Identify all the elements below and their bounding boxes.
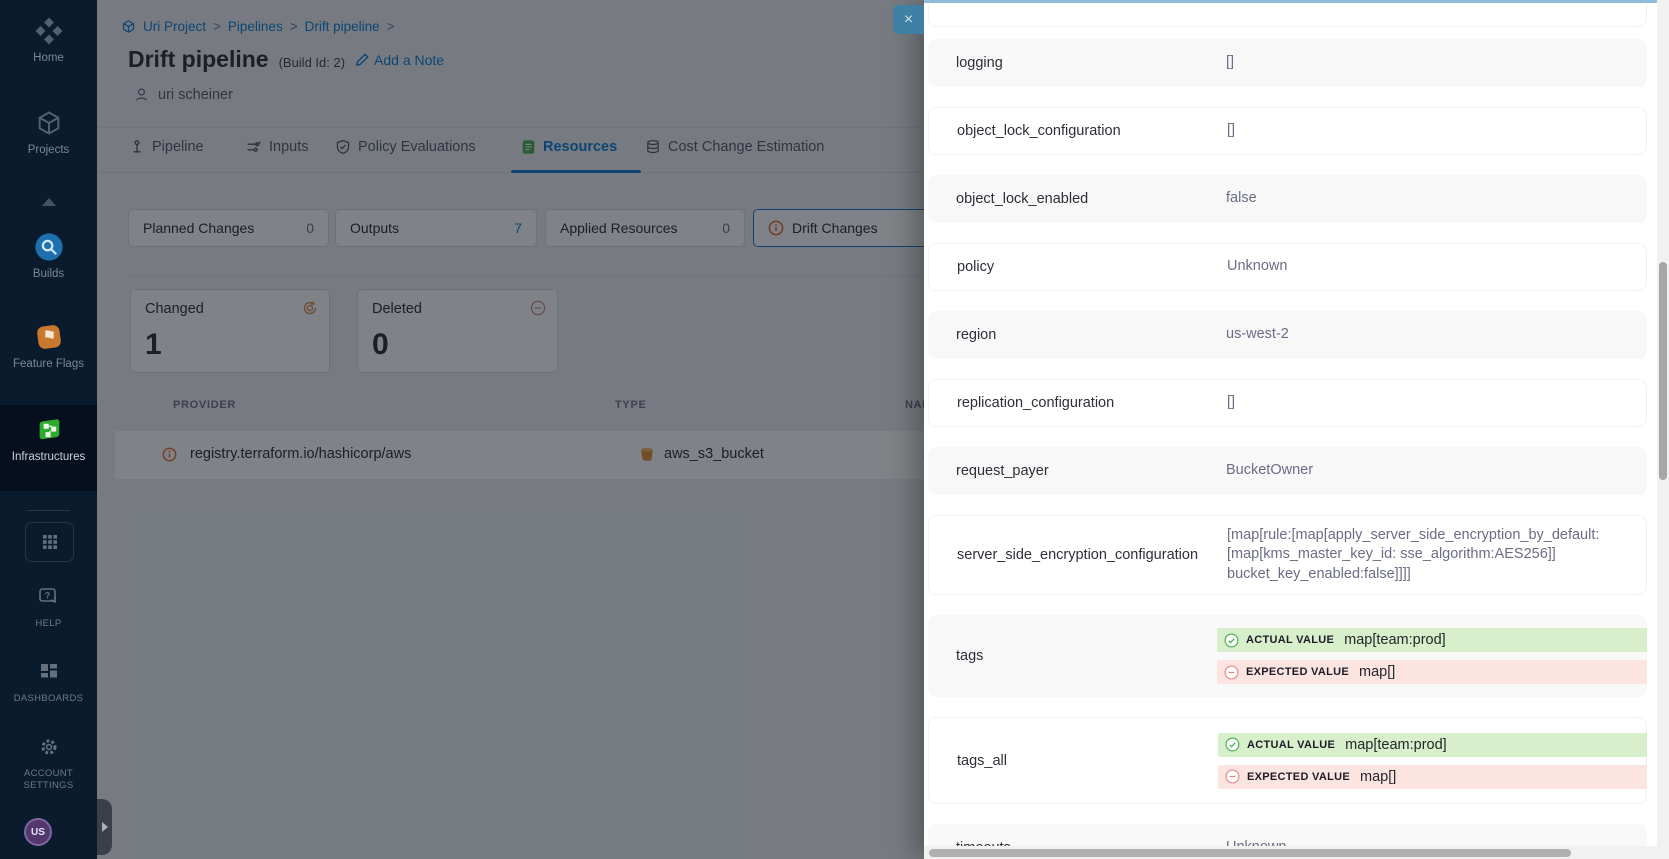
sidebar-item-label: ACCOUNT SETTINGS <box>17 768 81 792</box>
check-circle-icon <box>1225 737 1240 752</box>
actual-value: map[team:prod] <box>1344 632 1446 648</box>
feature-flags-icon <box>0 320 97 354</box>
infrastructures-icon <box>0 413 97 447</box>
sidebar-item-label: HELP <box>0 618 97 630</box>
attribute-value: [] <box>1226 53 1234 73</box>
attribute-value: Unknown <box>1227 257 1287 277</box>
gear-icon <box>0 730 97 764</box>
attribute-value: BucketOwner <box>1226 461 1313 481</box>
projects-icon <box>0 106 97 140</box>
sidebar-expand-handle[interactable] <box>97 799 112 855</box>
sidebar-divider <box>27 510 70 511</box>
actual-value-badge: ACTUAL VALUE map[team:prod] <box>1217 628 1647 652</box>
check-circle-icon <box>1224 633 1239 648</box>
actual-value-label: ACTUAL VALUE <box>1246 634 1334 646</box>
attribute-row: region us-west-2 <box>928 311 1647 359</box>
actual-value-badge: ACTUAL VALUE map[team:prod] <box>1218 733 1647 757</box>
attribute-key: server_side_encryption_configuration <box>929 547 1227 563</box>
sidebar-collapse-chevron[interactable] <box>0 198 97 206</box>
actual-value: map[team:prod] <box>1345 737 1447 753</box>
sidebar-item-feature-flags[interactable]: Feature Flags <box>0 320 97 370</box>
sidebar-item-account-settings[interactable]: ACCOUNT SETTINGS <box>0 730 97 792</box>
builds-icon <box>0 230 97 264</box>
attribute-value: [] <box>1227 121 1235 141</box>
attribute-key: object_lock_configuration <box>929 123 1227 139</box>
sidebar-item-infrastructures[interactable]: Infrastructures <box>0 413 97 463</box>
minus-circle-icon <box>1224 665 1239 680</box>
chevron-right-icon <box>102 822 108 832</box>
attribute-row-partial <box>928 3 1647 27</box>
attribute-value: [] <box>1227 393 1235 413</box>
drift-diff: ACTUAL VALUE map[team:prod] EXPECTED VAL… <box>1218 733 1647 789</box>
attribute-row-drift: tags ACTUAL VALUE map[team:prod] EXPECTE… <box>928 615 1647 697</box>
chevron-up-icon <box>42 198 56 206</box>
grid-icon <box>42 534 58 550</box>
expected-value-label: EXPECTED VALUE <box>1247 771 1350 783</box>
modal-dim-overlay[interactable] <box>97 0 924 859</box>
sidebar-item-builds[interactable]: Builds <box>0 230 97 280</box>
attribute-row-drift: tags_all ACTUAL VALUE map[team:prod] EXP… <box>928 717 1647 804</box>
attribute-key: region <box>928 327 1226 343</box>
attribute-value: false <box>1226 189 1257 209</box>
expected-value-badge: EXPECTED VALUE map[] <box>1218 765 1647 789</box>
attribute-value: us-west-2 <box>1226 325 1289 345</box>
attribute-row: policy Unknown <box>928 243 1647 291</box>
attribute-key: tags <box>928 648 1226 664</box>
sidebar-item-label: Infrastructures <box>0 451 97 463</box>
attribute-key: replication_configuration <box>929 395 1227 411</box>
horizontal-scrollbar-thumb[interactable] <box>929 849 1571 857</box>
expected-value-badge: EXPECTED VALUE map[] <box>1217 660 1647 684</box>
sidebar: Home Projects Builds Feature Flags <box>0 0 97 859</box>
attribute-row: object_lock_configuration [] <box>928 107 1647 155</box>
attribute-row: object_lock_enabled false <box>928 175 1647 223</box>
expected-value-label: EXPECTED VALUE <box>1246 666 1349 678</box>
attribute-row: logging [] <box>928 39 1647 87</box>
sidebar-item-projects[interactable]: Projects <box>0 106 97 156</box>
help-icon: ? <box>0 580 97 614</box>
minus-circle-icon <box>1225 769 1240 784</box>
attribute-key: tags_all <box>929 753 1227 769</box>
attribute-value: [map[rule:[map[apply_server_side_encrypt… <box>1227 526 1625 585</box>
sidebar-item-home[interactable]: Home <box>0 14 97 64</box>
sidebar-item-label: Feature Flags <box>0 358 97 370</box>
svg-text:?: ? <box>44 591 50 601</box>
vertical-scrollbar-thumb[interactable] <box>1659 262 1667 480</box>
home-icon <box>0 14 97 48</box>
drift-details-drawer: logging [] object_lock_configuration [] … <box>924 0 1669 859</box>
attribute-key: request_payer <box>928 463 1226 479</box>
drift-diff: ACTUAL VALUE map[team:prod] EXPECTED VAL… <box>1217 628 1647 684</box>
sidebar-item-label: Projects <box>0 144 97 156</box>
app-window: Home Projects Builds Feature Flags <box>0 0 1669 859</box>
attribute-row: replication_configuration [] <box>928 379 1647 427</box>
attribute-key: logging <box>928 55 1226 71</box>
attribute-key: policy <box>929 259 1227 275</box>
attribute-key: object_lock_enabled <box>928 191 1226 207</box>
expected-value: map[] <box>1360 769 1396 785</box>
module-selector-button[interactable] <box>25 522 74 562</box>
drawer-close-button[interactable]: × <box>893 5 924 34</box>
attribute-row: server_side_encryption_configuration [ma… <box>928 515 1647 595</box>
user-avatar[interactable]: US <box>24 818 52 846</box>
attribute-row: request_payer BucketOwner <box>928 447 1647 495</box>
sidebar-item-label: Home <box>0 52 97 64</box>
attribute-list: logging [] object_lock_configuration [] … <box>928 0 1647 852</box>
dashboards-icon <box>0 655 97 689</box>
sidebar-item-help[interactable]: ? HELP <box>0 580 97 630</box>
sidebar-item-label: DASHBOARDS <box>0 693 97 705</box>
expected-value: map[] <box>1359 664 1395 680</box>
sidebar-item-dashboards[interactable]: DASHBOARDS <box>0 655 97 705</box>
actual-value-label: ACTUAL VALUE <box>1247 739 1335 751</box>
sidebar-item-label: Builds <box>0 268 97 280</box>
